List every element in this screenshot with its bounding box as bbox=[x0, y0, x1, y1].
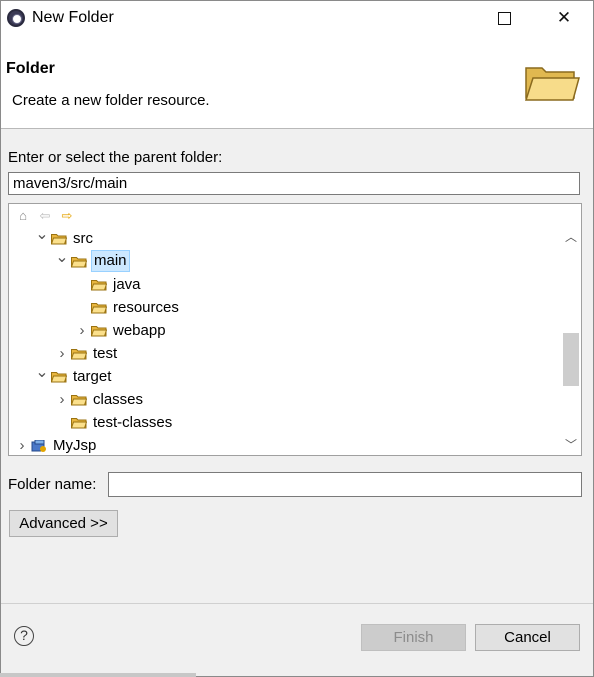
parent-folder-label: Enter or select the parent folder: bbox=[8, 149, 223, 166]
tree-item-label: webapp bbox=[113, 322, 166, 339]
close-button[interactable]: ✕ bbox=[541, 1, 587, 34]
advanced-button[interactable]: Advanced >> bbox=[9, 510, 118, 537]
home-icon[interactable]: ⌂ bbox=[15, 208, 31, 224]
collapse-arrow-icon[interactable]: › bbox=[75, 320, 89, 342]
tree-item-label: main bbox=[91, 250, 130, 272]
dialog-header: Folder Create a new folder resource. bbox=[1, 34, 593, 129]
expand-arrow-icon[interactable]: ⌄ bbox=[35, 227, 49, 243]
folder-icon bbox=[71, 418, 87, 429]
tree-item-label: MyJsp bbox=[53, 437, 97, 454]
folder-icon bbox=[91, 303, 107, 314]
maximize-icon bbox=[497, 12, 511, 26]
new-folder-dialog: New Folder ✕ Folder Create a new folder … bbox=[0, 0, 594, 677]
tree-item-label: classes bbox=[93, 391, 144, 408]
folder-icon bbox=[51, 234, 67, 245]
tree-item-label: target bbox=[73, 368, 112, 385]
cancel-button[interactable]: Cancel bbox=[475, 624, 580, 651]
help-icon[interactable]: ? bbox=[14, 626, 34, 646]
page-title: Folder bbox=[6, 60, 55, 77]
scroll-down-button[interactable]: ﹀ bbox=[562, 436, 580, 454]
scroll-up-button[interactable]: ︿ bbox=[562, 228, 580, 246]
open-folder-icon bbox=[524, 67, 580, 101]
collapse-arrow-icon[interactable]: › bbox=[55, 389, 69, 411]
folder-name-label: Folder name: bbox=[8, 476, 97, 493]
folder-icon bbox=[71, 395, 87, 406]
finish-button[interactable]: Finish bbox=[361, 624, 466, 651]
close-icon: ✕ bbox=[556, 8, 572, 27]
expand-arrow-icon[interactable]: ⌄ bbox=[55, 250, 69, 266]
maximize-button[interactable] bbox=[481, 1, 527, 34]
taskbar-strip bbox=[0, 673, 196, 677]
tree-item-label: src bbox=[73, 230, 93, 247]
eclipse-icon bbox=[7, 9, 25, 27]
folder-tree[interactable]: ⌂ ⇦ ⇨ ⌄ src ⌄ main java resources › webapp › test… bbox=[8, 203, 582, 456]
folder-name-input[interactable] bbox=[108, 472, 582, 497]
project-icon bbox=[31, 440, 46, 452]
tree-item-label: java bbox=[113, 276, 141, 293]
footer-divider bbox=[1, 603, 593, 604]
folder-icon bbox=[51, 372, 67, 383]
forward-arrow-icon[interactable]: ⇨ bbox=[59, 208, 75, 224]
window-title: New Folder bbox=[32, 9, 114, 26]
folder-icon bbox=[71, 257, 87, 268]
back-arrow-icon[interactable]: ⇦ bbox=[37, 208, 53, 224]
tree-scrollbar[interactable]: ︿ ﹀ bbox=[562, 228, 580, 454]
collapse-arrow-icon[interactable]: › bbox=[15, 435, 29, 455]
tree-item-label: test-classes bbox=[93, 414, 173, 431]
expand-arrow-icon[interactable]: ⌄ bbox=[35, 365, 49, 381]
collapse-arrow-icon[interactable]: › bbox=[55, 343, 69, 365]
tree-item-label: test bbox=[93, 345, 118, 362]
folder-icon bbox=[91, 280, 107, 291]
parent-folder-input[interactable] bbox=[8, 172, 580, 195]
tree-item-label: resources bbox=[113, 299, 179, 316]
folder-icon bbox=[71, 349, 87, 360]
scroll-thumb[interactable] bbox=[563, 333, 579, 386]
folder-icon bbox=[91, 326, 107, 337]
title-bar[interactable]: New Folder ✕ bbox=[1, 1, 593, 34]
page-description: Create a new folder resource. bbox=[12, 92, 210, 109]
